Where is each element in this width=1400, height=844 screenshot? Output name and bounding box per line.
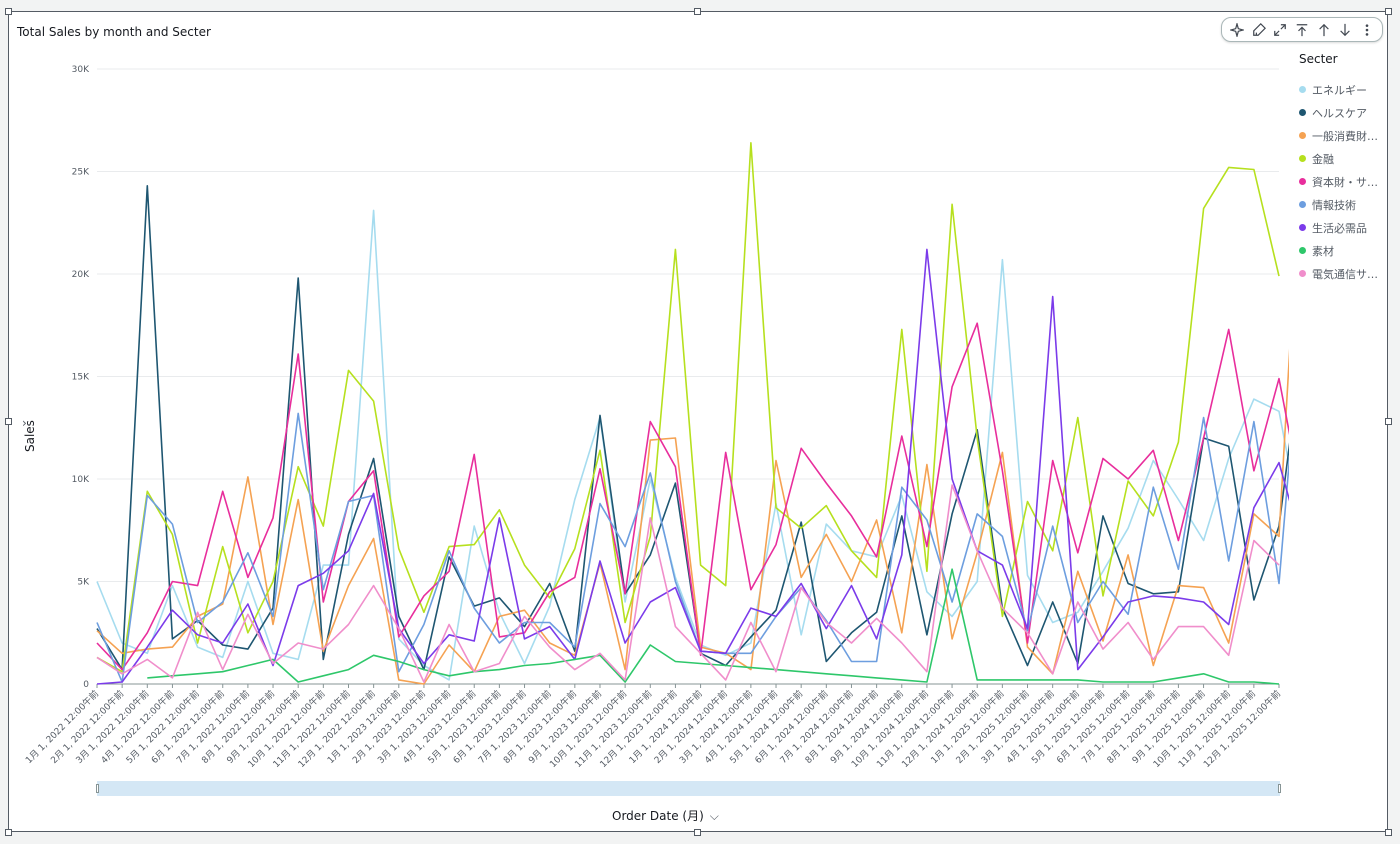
legend-label: 金融 xyxy=(1312,152,1334,166)
resize-handle-bottom-left[interactable] xyxy=(5,829,12,836)
y-tick-label: 10K xyxy=(72,475,90,485)
arrow-up-icon[interactable] xyxy=(1315,21,1333,39)
legend-item[interactable]: 電気通信サ… xyxy=(1299,262,1387,285)
legend-label: エネルギー xyxy=(1312,83,1367,97)
resize-handle-bottom-right[interactable] xyxy=(1385,829,1392,836)
legend-swatch xyxy=(1299,178,1306,185)
legend-title: Secter xyxy=(1299,52,1338,66)
more-icon[interactable] xyxy=(1358,21,1376,39)
scrollbar-handle-left[interactable] xyxy=(96,784,99,793)
resize-handle-top-left[interactable] xyxy=(5,8,12,15)
legend-item[interactable]: エネルギー xyxy=(1299,78,1387,101)
y-tick-label: 20K xyxy=(72,270,90,280)
legend-label: 素材 xyxy=(1312,244,1334,258)
move-to-top-icon[interactable] xyxy=(1293,21,1311,39)
x-axis-label[interactable]: Order Date (月) ⌵ xyxy=(612,807,719,824)
legend-label: 生活必需品 xyxy=(1312,221,1367,235)
y-tick-label: 0 xyxy=(83,680,89,690)
arrow-down-icon[interactable] xyxy=(1336,21,1354,39)
resize-handle-right[interactable] xyxy=(1385,418,1392,425)
legend-swatch xyxy=(1299,224,1306,231)
x-axis-label-text: Order Date (月) xyxy=(612,809,704,823)
line-chart: 05K10K15K20K25K30K1月 1, 2022 12:00午前2月 1… xyxy=(23,65,1289,770)
legend-label: 電気通信サ… xyxy=(1312,267,1378,281)
visual-panel[interactable]: Total Sales by month and Secter 0 5K 10K 15… xyxy=(8,11,1388,832)
chevron-down-icon[interactable]: ⌵ xyxy=(710,809,719,824)
legend-swatch xyxy=(1299,86,1306,93)
scrollbar-handle-right[interactable] xyxy=(1278,784,1281,793)
legend-item[interactable]: 金融 xyxy=(1299,147,1387,170)
legend-item[interactable]: 一般消費財… xyxy=(1299,124,1387,147)
resize-handle-top-right[interactable] xyxy=(1385,8,1392,15)
y-tick-label: 5K xyxy=(77,578,90,588)
legend-label: ヘルスケア xyxy=(1312,106,1367,120)
y-tick-label: 30K xyxy=(72,65,90,75)
resize-handle-left[interactable] xyxy=(5,418,12,425)
legend-swatch xyxy=(1299,155,1306,162)
legend-label: 一般消費財… xyxy=(1312,129,1378,143)
legend-item[interactable]: 資本財・サ… xyxy=(1299,170,1387,193)
legend: Secter エネルギーヘルスケア一般消費財… 金融資本財・サ… 情報技術生活必需品… xyxy=(1299,52,1387,285)
range-scrollbar[interactable] xyxy=(96,781,1281,796)
y-tick-label: 25K xyxy=(72,168,90,178)
y-tick-label: 15K xyxy=(72,373,90,383)
legend-item[interactable]: 素材 xyxy=(1299,239,1387,262)
legend-swatch xyxy=(1299,247,1306,254)
legend-label: 資本財・サ… xyxy=(1312,175,1378,189)
legend-label: 情報技術 xyxy=(1312,198,1356,212)
resize-handle-bottom[interactable] xyxy=(694,829,701,836)
legend-swatch xyxy=(1299,270,1306,277)
legend-swatch xyxy=(1299,132,1306,139)
legend-item[interactable]: 情報技術 xyxy=(1299,193,1387,216)
legend-swatch xyxy=(1299,201,1306,208)
resize-handle-top[interactable] xyxy=(694,8,701,15)
legend-item[interactable]: ヘルスケア xyxy=(1299,101,1387,124)
legend-item[interactable]: 生活必需品 xyxy=(1299,216,1387,239)
legend-swatch xyxy=(1299,109,1306,116)
y-axis-label[interactable]: Sales xyxy=(23,420,37,452)
